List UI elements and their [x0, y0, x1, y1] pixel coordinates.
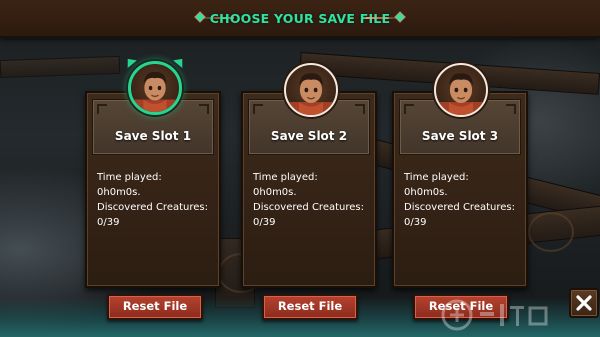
watermark-logo-icon [441, 299, 548, 331]
watermark-logo [440, 298, 550, 332]
time-played-label: Time played: [253, 172, 318, 183]
character-face-icon [436, 73, 486, 115]
save-slot-title: Save Slot 3 [421, 129, 499, 143]
character-face-icon [131, 71, 179, 112]
save-slot-info: Time played: 0h0m0s. Discovered Creature… [253, 170, 371, 230]
save-slot-card-1[interactable]: Save Slot 1 Time played: 0h0m0s. Discove… [85, 91, 221, 288]
reset-file-button-slot-2[interactable]: Reset File [262, 294, 358, 320]
discovered-creatures-label: Discovered Creatures: [404, 202, 515, 213]
page-title: CHOOSE YOUR SAVE FILE [209, 11, 391, 26]
save-slot-card-3[interactable]: Save Slot 3 Time played: 0h0m0s. Discove… [392, 91, 528, 288]
discovered-creatures-value: 0/39 [97, 217, 120, 228]
discovered-creatures-value: 0/39 [404, 217, 427, 228]
avatar-portrait-slot-1[interactable] [128, 61, 182, 115]
character-face-icon [286, 73, 336, 115]
time-played-value: 0h0m0s. [97, 187, 141, 198]
save-slot-title: Save Slot 2 [270, 129, 348, 143]
save-slot-info: Time played: 0h0m0s. Discovered Creature… [97, 170, 215, 230]
save-slot-title: Save Slot 1 [114, 129, 192, 143]
avatar-portrait-slot-2[interactable] [284, 63, 338, 117]
save-slot-card-2[interactable]: Save Slot 2 Time played: 0h0m0s. Discove… [241, 91, 377, 288]
avatar-portrait-slot-3[interactable] [434, 63, 488, 117]
time-played-value: 0h0m0s. [404, 187, 448, 198]
discovered-creatures-label: Discovered Creatures: [253, 202, 364, 213]
reset-file-button-slot-1[interactable]: Reset File [107, 294, 203, 320]
discovered-creatures-label: Discovered Creatures: [97, 202, 208, 213]
discovered-creatures-value: 0/39 [253, 217, 276, 228]
close-icon [576, 295, 592, 311]
time-played-label: Time played: [404, 172, 469, 183]
save-slot-info: Time played: 0h0m0s. Discovered Creature… [404, 170, 522, 230]
close-button[interactable] [569, 288, 599, 318]
header-bar: CHOOSE YOUR SAVE FILE [0, 0, 600, 38]
time-played-value: 0h0m0s. [253, 187, 297, 198]
time-played-label: Time played: [97, 172, 162, 183]
